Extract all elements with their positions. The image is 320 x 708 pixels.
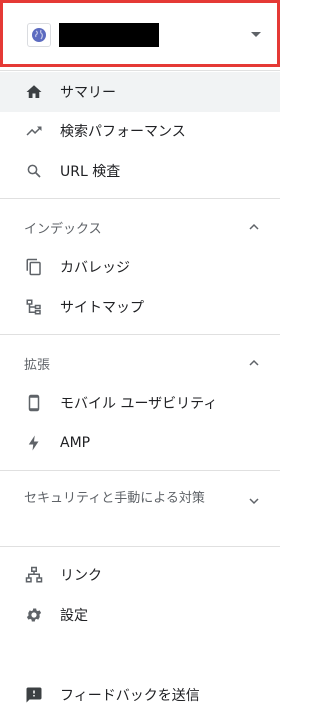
property-name-redacted [59,23,159,47]
divider [0,334,280,335]
chevron-up-icon [249,359,259,366]
section-label: インデックス [24,221,102,237]
nav-label: サマリー [60,85,116,101]
section-header-enhancements[interactable]: 拡張 [0,345,280,381]
section-header-security[interactable]: セキュリティと手動による対策 [0,481,280,529]
globe-icon [27,23,51,47]
dropdown-caret-icon[interactable] [251,32,261,37]
trending-up-icon [24,121,44,141]
sitemap-icon [24,297,44,317]
nav-label: モバイル ユーザビリティ [60,396,218,412]
nav-item-settings[interactable]: 設定 [0,595,280,635]
property-selector[interactable] [0,0,280,67]
nav-item-url-inspection[interactable]: URL 検査 [0,151,280,191]
search-icon [24,161,44,181]
links-icon [24,565,44,585]
nav-label: 設定 [60,608,88,624]
divider [0,470,280,471]
divider [0,70,280,71]
section-label: 拡張 [24,357,51,373]
nav-label: サイトマップ [60,300,144,316]
nav-item-feedback[interactable]: フィードバックを送信 [0,675,280,708]
nav-label: カバレッジ [60,260,130,276]
nav-label: AMP [60,435,91,451]
nav-item-sitemaps[interactable]: サイトマップ [0,287,280,327]
home-icon [24,82,44,102]
nav-item-links[interactable]: リンク [0,555,280,595]
chevron-up-icon [249,223,259,230]
file-copy-icon [24,257,44,277]
section-label: セキュリティと手動による対策 [24,491,205,506]
gear-icon [24,605,44,625]
divider [0,546,280,547]
divider [0,198,280,199]
nav-item-coverage[interactable]: カバレッジ [0,247,280,287]
smartphone-icon [24,393,44,413]
nav-item-performance[interactable]: 検索パフォーマンス [0,111,280,151]
nav-item-mobile-usability[interactable]: モバイル ユーザビリティ [0,383,280,423]
section-header-index[interactable]: インデックス [0,209,280,245]
nav-label: URL 検査 [60,164,121,180]
nav-item-summary[interactable]: サマリー [0,72,280,112]
chevron-down-icon [249,498,259,505]
bolt-icon [24,433,44,453]
nav-label: フィードバックを送信 [60,688,200,704]
nav-label: 検索パフォーマンス [60,124,186,140]
nav-item-amp[interactable]: AMP [0,423,280,463]
feedback-icon [24,685,44,705]
nav-label: リンク [60,568,102,584]
